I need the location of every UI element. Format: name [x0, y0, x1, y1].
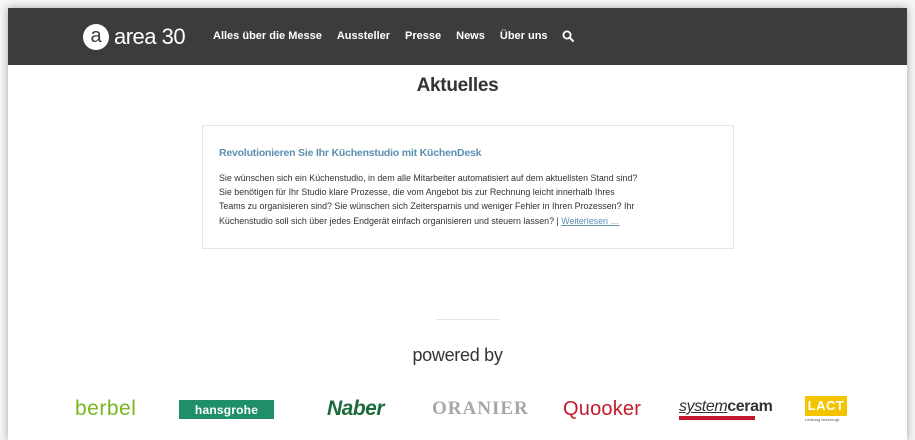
lact-tagline: Leistung überzeugt	[805, 417, 840, 422]
nav-item-presse[interactable]: Presse	[405, 30, 441, 42]
sponsor-hansgrohe-logo[interactable]: hansgrohe	[179, 400, 274, 419]
sponsor-lact-logo[interactable]: LACT Leistung überzeugt	[805, 394, 847, 424]
excerpt-line: Teams zu organisieren sind? Sie wünschen…	[219, 201, 635, 212]
search-icon[interactable]	[562, 30, 574, 42]
logo-badge: a	[83, 24, 109, 50]
news-card: Revolutionieren Sie Ihr Küchenstudio mit…	[202, 125, 734, 249]
excerpt-line-text: Küchenstudio soll sich über jedes Endger…	[219, 215, 559, 226]
systemceram-part-system: system	[679, 398, 728, 415]
excerpt-line: Sie wünschen sich ein Küchenstudio, in d…	[219, 173, 638, 183]
systemceram-part-ceram: ceram	[727, 398, 773, 415]
nav-item-news[interactable]: News	[456, 30, 485, 42]
lact-wordmark: LACT	[805, 396, 847, 416]
divider	[436, 319, 500, 320]
systemceram-red-bar	[679, 416, 755, 420]
sponsor-quooker-logo[interactable]: Quooker	[563, 394, 641, 424]
article-title-link[interactable]: Revolutionieren Sie Ihr Küchenstudio mit…	[219, 147, 717, 159]
main-nav: Alles über die Messe Aussteller Presse N…	[213, 30, 574, 42]
excerpt-line: Küchenstudio soll sich über jedes Endger…	[219, 214, 717, 228]
excerpt-line: Sie benötigen für Ihr Studio klare Proze…	[219, 187, 615, 198]
sponsor-systemceram-logo[interactable]: systemceram	[679, 394, 773, 424]
nav-item-ueber-uns[interactable]: Über uns	[500, 30, 548, 42]
sponsor-oranier-logo[interactable]: ORANIER	[432, 394, 529, 424]
browser-frame: a area 30 Alles über die Messe Ausstelle…	[0, 0, 915, 440]
sponsor-logos: berbel hansgrohe Naber ORANIER Quooker s…	[8, 394, 907, 424]
read-more-link[interactable]: Weiterlesen …	[561, 216, 619, 226]
top-navigation-bar: a area 30 Alles über die Messe Ausstelle…	[8, 8, 907, 65]
page: a area 30 Alles über die Messe Ausstelle…	[8, 8, 907, 440]
sponsor-berbel-logo[interactable]: berbel	[75, 394, 136, 424]
systemceram-wordmark: systemceram	[679, 398, 773, 415]
article-excerpt: Sie wünschen sich ein Küchenstudio, in d…	[219, 171, 717, 228]
nav-item-aussteller[interactable]: Aussteller	[337, 30, 390, 42]
powered-by-heading: powered by	[412, 345, 503, 365]
logo-text: area 30	[114, 24, 186, 49]
sponsor-naber-logo[interactable]: Naber	[327, 394, 385, 424]
site-logo[interactable]: a area 30	[83, 23, 186, 51]
nav-item-messe[interactable]: Alles über die Messe	[213, 30, 322, 42]
section-title: Aktuelles	[416, 75, 499, 96]
